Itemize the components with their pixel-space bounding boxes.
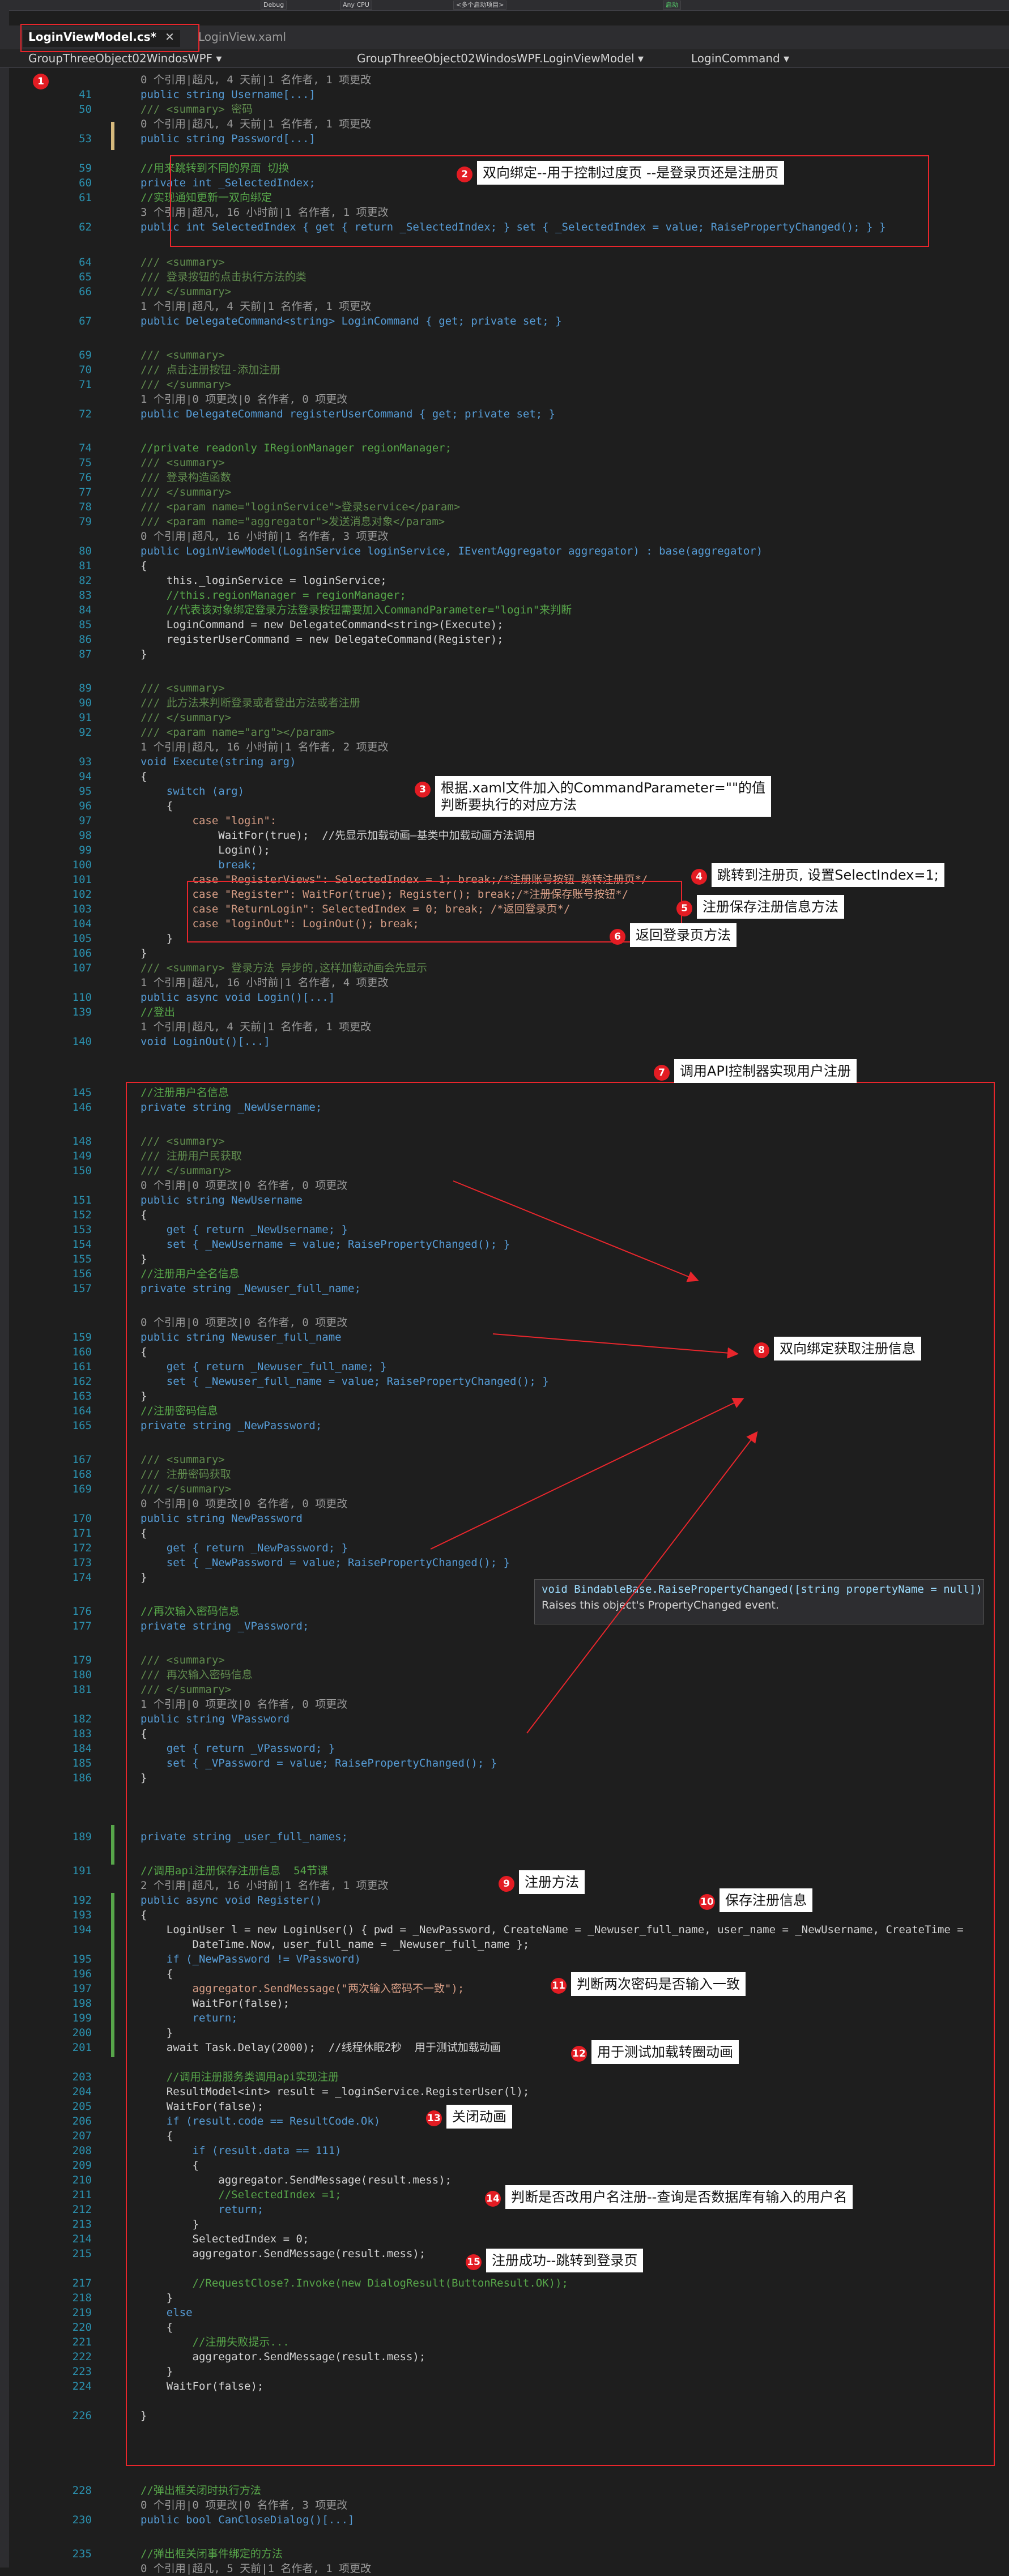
- annotation-arrows: [430, 1180, 758, 1734]
- arrow-fullname: [492, 1333, 739, 1359]
- arrow-password: [430, 1397, 744, 1550]
- arrow-vpassword: [526, 1431, 758, 1734]
- arrow-username: [453, 1180, 699, 1282]
